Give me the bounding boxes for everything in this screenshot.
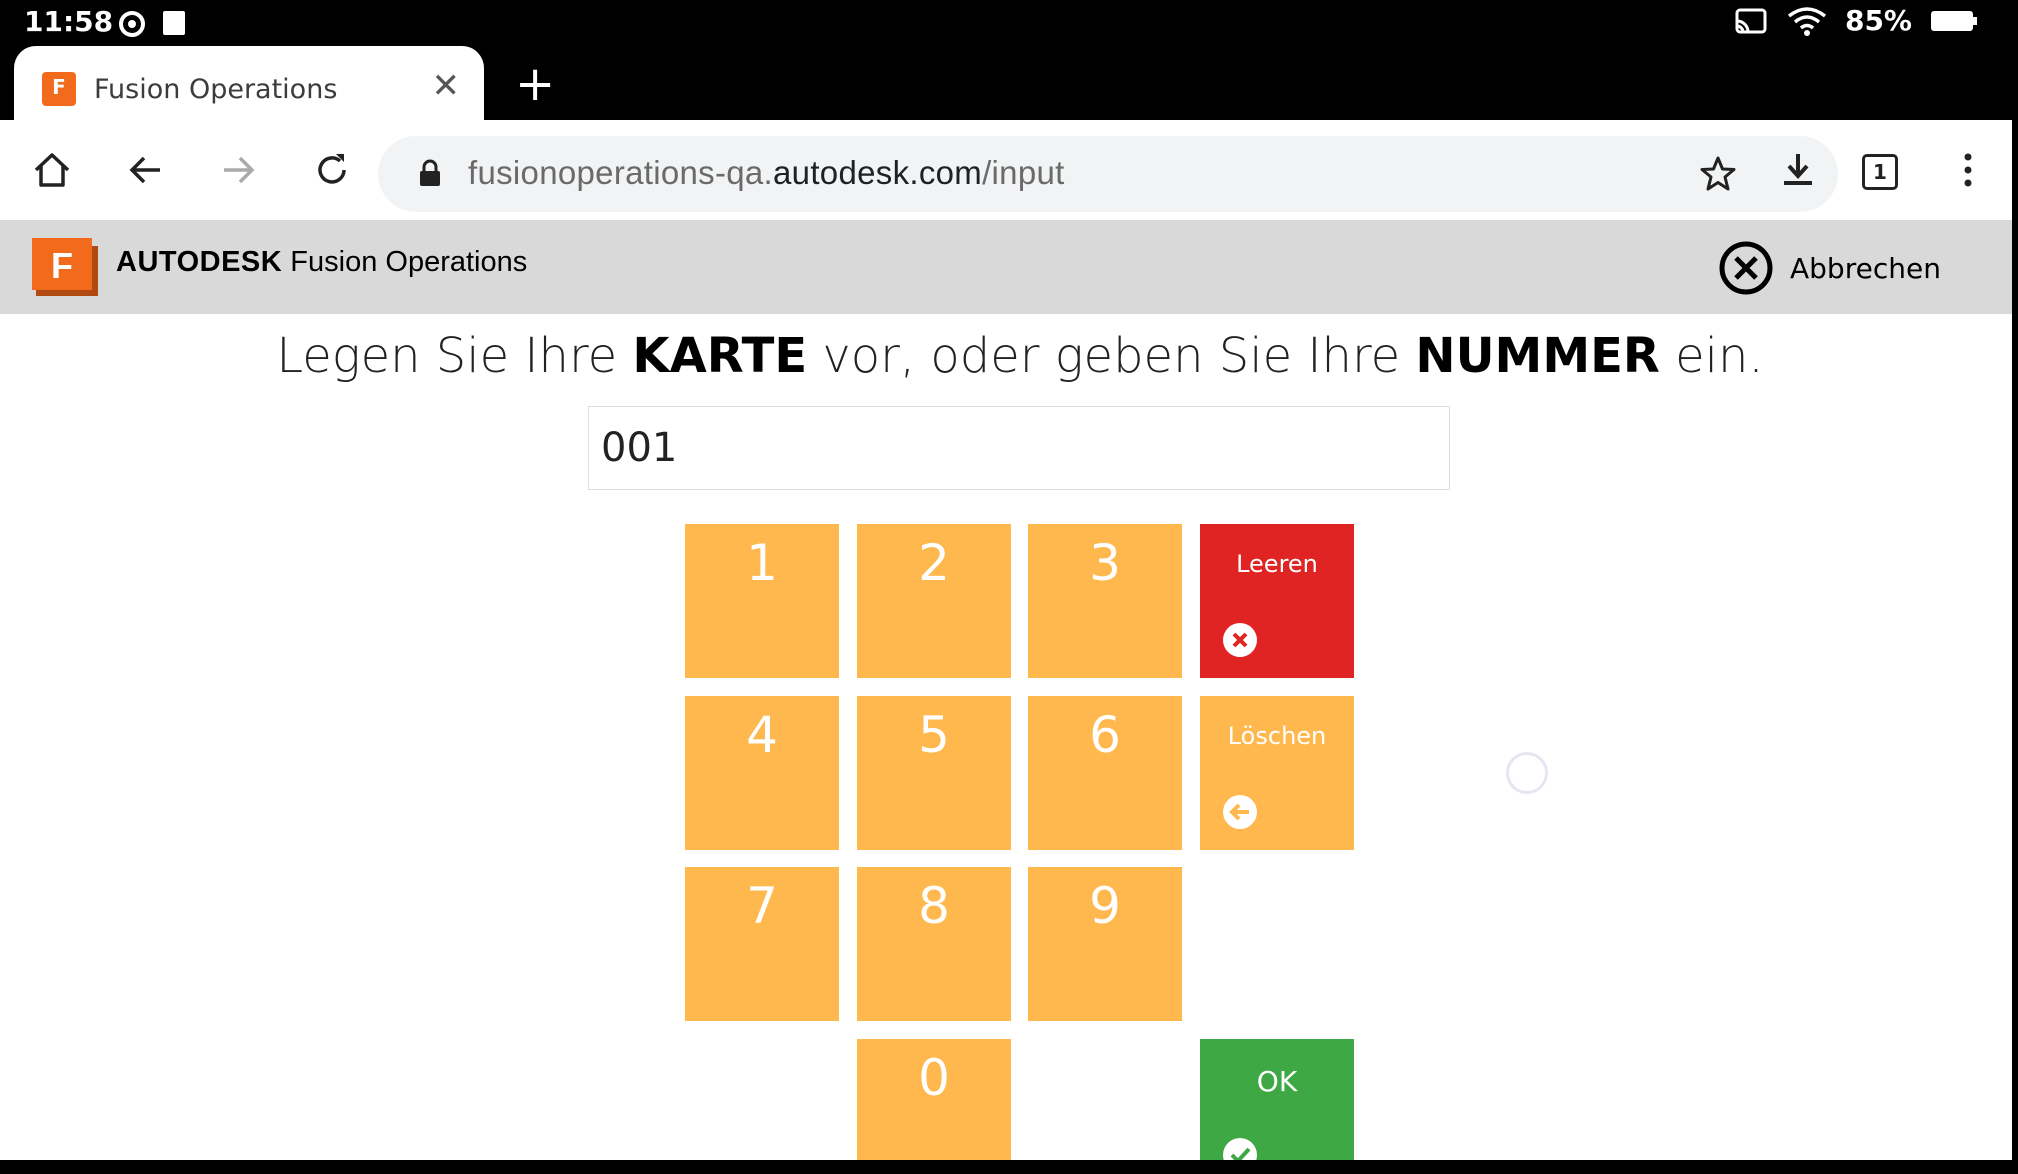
reload-icon[interactable] (310, 148, 354, 192)
clear-button[interactable]: Leeren (1200, 524, 1354, 678)
tab-switcher-button[interactable]: 1 (1862, 154, 1898, 190)
prompt-text-3: ein. (1659, 328, 1764, 384)
url-domain: autodesk.com (773, 154, 983, 191)
device-frame-bottom (0, 1160, 2018, 1174)
menu-icon[interactable] (1946, 148, 1990, 192)
key-3[interactable]: 3 (1028, 524, 1182, 678)
browser-toolbar: fusionoperations-qa.autodesk.com/input 1 (0, 120, 2012, 220)
brand-title: AUTODESK Fusion Operations (116, 246, 527, 279)
key-9-label: 9 (1089, 877, 1121, 935)
fusion-favicon-icon: F (42, 72, 76, 106)
key-9[interactable]: 9 (1028, 867, 1182, 1021)
new-tab-icon[interactable]: + (515, 58, 555, 110)
browser-tab[interactable]: F Fusion Operations ✕ (14, 46, 484, 120)
url-path: /input (982, 154, 1065, 191)
instruction-prompt: Legen Sie Ihre KARTE vor, oder geben Sie… (0, 328, 2012, 384)
key-4-label: 4 (746, 706, 778, 764)
close-tab-icon[interactable]: ✕ (432, 66, 461, 106)
delete-label: Löschen (1227, 722, 1327, 750)
wifi-icon (1787, 6, 1827, 36)
url-prefix: fusionoperations-qa. (468, 154, 774, 191)
fusion-logo-icon: F (32, 238, 98, 296)
cancel-button[interactable]: Abbrechen (1718, 238, 1941, 298)
brand-rest: Fusion Operations (290, 246, 528, 278)
square-notification-icon (163, 11, 185, 35)
key-3-label: 3 (1089, 534, 1121, 592)
backspace-arrow-icon (1223, 795, 1257, 829)
key-1-label: 1 (746, 534, 778, 592)
status-right: 85% (1735, 4, 1978, 37)
key-6[interactable]: 6 (1028, 696, 1182, 850)
app-header: F AUTODESK Fusion Operations Abbrechen (0, 220, 2012, 314)
key-7-label: 7 (746, 877, 778, 935)
key-2-label: 2 (918, 534, 950, 592)
clear-x-icon (1223, 623, 1257, 657)
bookmark-star-icon[interactable] (1698, 154, 1738, 194)
checkmark-icon (1223, 1138, 1257, 1160)
tab-title: Fusion Operations (94, 74, 338, 105)
notification-icon (119, 11, 145, 37)
clock: 11:58 (24, 5, 114, 38)
forward-icon[interactable] (216, 148, 260, 192)
key-1[interactable]: 1 (685, 524, 839, 678)
ok-label: OK (1256, 1065, 1298, 1098)
key-0-label: 0 (918, 1049, 950, 1107)
ok-button[interactable]: OK (1200, 1039, 1354, 1160)
loading-spinner (1506, 752, 1548, 794)
battery-percent: 85% (1844, 4, 1912, 37)
prompt-card: KARTE (632, 328, 808, 384)
url-text[interactable]: fusionoperations-qa.autodesk.com/input (468, 154, 1065, 192)
key-5[interactable]: 5 (857, 696, 1011, 850)
key-2[interactable]: 2 (857, 524, 1011, 678)
delete-button[interactable]: Löschen (1200, 696, 1354, 850)
key-6-label: 6 (1089, 706, 1121, 764)
lock-icon[interactable] (418, 158, 442, 188)
device-frame-right (2012, 120, 2018, 1174)
key-5-label: 5 (918, 706, 950, 764)
brand-bold: AUTODESK (116, 246, 283, 278)
number-input[interactable] (588, 406, 1450, 490)
prompt-text-1: Legen Sie Ihre (276, 328, 633, 384)
key-0[interactable]: 0 (857, 1039, 1011, 1160)
cancel-circle-x-icon (1719, 241, 1773, 295)
back-icon[interactable] (124, 148, 168, 192)
address-bar[interactable]: fusionoperations-qa.autodesk.com/input (378, 136, 1838, 212)
battery-icon (1931, 10, 1977, 31)
key-7[interactable]: 7 (685, 867, 839, 1021)
key-8[interactable]: 8 (857, 867, 1011, 1021)
key-8-label: 8 (918, 877, 950, 935)
logo-letter: F (51, 245, 73, 286)
prompt-number: NUMMER (1415, 328, 1660, 384)
main-content: Legen Sie Ihre KARTE vor, oder geben Sie… (0, 314, 2012, 1160)
prompt-text-2: vor, oder geben Sie Ihre (807, 328, 1416, 384)
download-icon[interactable] (1776, 148, 1820, 192)
home-icon[interactable] (30, 148, 74, 192)
tab-strip: F Fusion Operations ✕ + (0, 44, 2018, 120)
cancel-label: Abbrechen (1790, 251, 1941, 285)
key-4[interactable]: 4 (685, 696, 839, 850)
clear-label: Leeren (1236, 550, 1318, 578)
status-bar: 11:58 85% (0, 0, 2018, 44)
cast-icon (1735, 8, 1767, 33)
